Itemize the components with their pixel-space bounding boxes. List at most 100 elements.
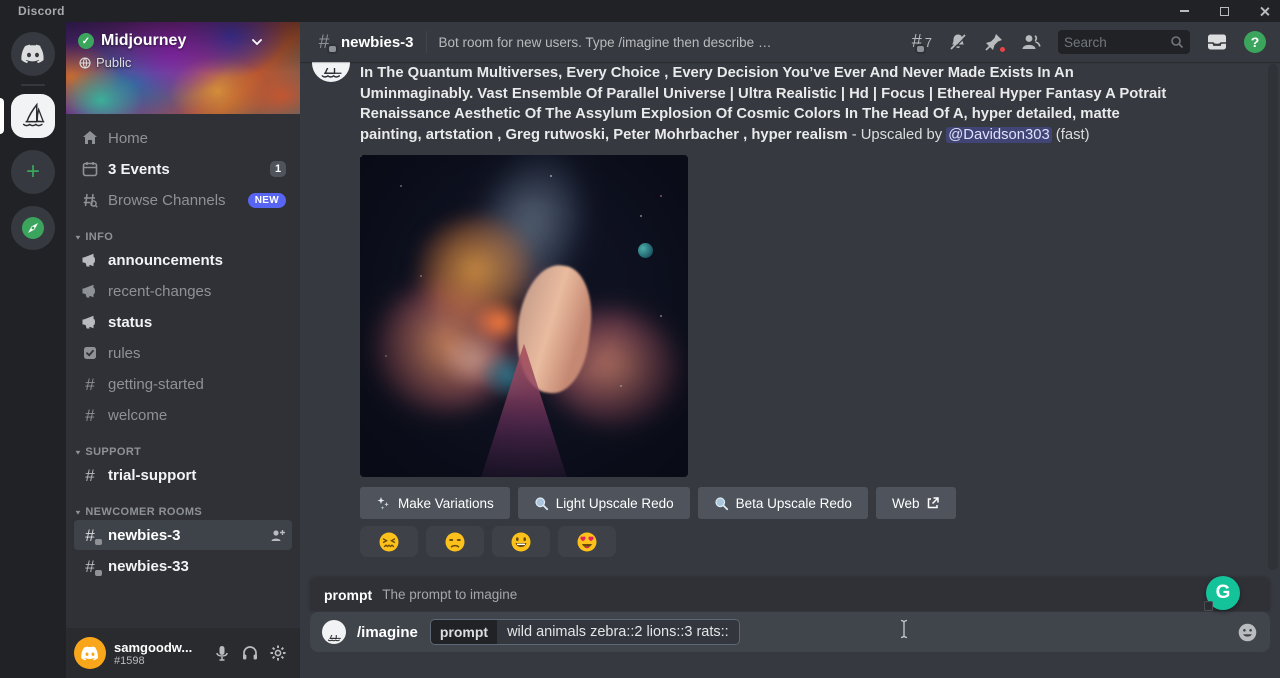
help-button[interactable]: ?: [1244, 31, 1266, 53]
reaction-grinning-face[interactable]: [492, 526, 550, 557]
reaction-heart-eyes-face[interactable]: [558, 526, 616, 557]
beta-upscale-redo-button[interactable]: Beta Upscale Redo: [698, 487, 868, 519]
discord-logo-icon: [80, 646, 100, 661]
channel-status[interactable]: status: [74, 307, 292, 337]
members-icon: [1020, 32, 1042, 52]
events-count-badge: 1: [270, 161, 286, 177]
channel-rules[interactable]: rules: [74, 338, 292, 368]
server-header-dropdown[interactable]: ✓ Midjourney: [78, 32, 186, 50]
sidebar-item-browse-channels[interactable]: Browse Channels NEW: [74, 185, 292, 215]
bot-avatar[interactable]: [312, 62, 350, 82]
channel-header: # newbies-3 Bot room for new users. Type…: [300, 22, 1280, 62]
create-invite-icon[interactable]: [269, 527, 286, 544]
command-hint-bar[interactable]: prompt The prompt to imagine: [310, 578, 1270, 611]
window-title: Discord: [18, 4, 65, 18]
option-value-input[interactable]: wild animals zebra::2 lions::3 rats::: [497, 620, 739, 644]
pinned-messages-button[interactable]: [984, 32, 1004, 52]
channel-name: newbies-3: [108, 527, 269, 544]
channel-recent-changes[interactable]: recent-changes: [74, 276, 292, 306]
message-composer[interactable]: /imagine prompt wild animals zebra::2 li…: [310, 612, 1270, 652]
button-label: Light Upscale Redo: [556, 496, 674, 511]
minimize-icon: [1180, 10, 1189, 12]
header-divider: [426, 31, 427, 53]
button-label: Web: [892, 496, 920, 511]
section-title: SUPPORT: [85, 446, 141, 458]
channel-newbies-3[interactable]: # newbies-3: [74, 520, 292, 550]
megaphone-icon: [80, 312, 100, 332]
button-label: Make Variations: [398, 496, 494, 511]
sidebar-item-events[interactable]: 3 Events 1: [74, 154, 292, 184]
user-avatar[interactable]: [74, 637, 106, 669]
threads-count: 7: [925, 35, 932, 50]
inbox-button[interactable]: [1206, 32, 1228, 52]
channel-announcements[interactable]: announcements: [74, 245, 292, 275]
message-text: In The Quantum Multiverses, Every Choice…: [360, 63, 1182, 145]
channel-name: newbies-33: [108, 558, 286, 575]
plus-icon: +: [26, 160, 40, 184]
member-list-button[interactable]: [1020, 32, 1042, 52]
gear-icon: [269, 644, 287, 662]
grammarly-button[interactable]: G: [1206, 576, 1240, 610]
channel-welcome[interactable]: # welcome: [74, 400, 292, 430]
reaction-disappointed-face[interactable]: [426, 526, 484, 557]
inbox-icon: [1206, 32, 1228, 52]
section-title: NEWCOMER ROOMS: [85, 506, 202, 518]
channel-name: welcome: [108, 407, 286, 424]
sidebar-item-label: 3 Events: [108, 161, 270, 178]
user-settings-button[interactable]: [264, 639, 292, 667]
verified-badge-icon: ✓: [78, 33, 94, 49]
channel-sidebar: ✓ Midjourney Public Home: [66, 22, 300, 678]
minimize-button[interactable]: [1176, 3, 1192, 19]
add-server-button[interactable]: +: [11, 150, 55, 194]
mute-mic-button[interactable]: [208, 639, 236, 667]
disappointed-face-icon: [444, 531, 466, 553]
cosmic-portrait-art: [360, 155, 688, 477]
channel-newbies-33[interactable]: # newbies-33: [74, 551, 292, 581]
threads-button[interactable]: # 7: [912, 32, 932, 52]
channel-name: status: [108, 314, 286, 331]
search-input[interactable]: [1064, 35, 1170, 50]
channel-title: newbies-3: [341, 34, 414, 51]
light-upscale-redo-button[interactable]: Light Upscale Redo: [518, 487, 690, 519]
discord-logo-icon: [20, 44, 46, 64]
channel-topic[interactable]: Bot room for new users. Type /imagine th…: [439, 35, 779, 50]
reaction-confounded-face[interactable]: [360, 526, 418, 557]
channel-getting-started[interactable]: # getting-started: [74, 369, 292, 399]
make-variations-button[interactable]: Make Variations: [360, 487, 510, 519]
midjourney-sailboat-icon: [317, 68, 345, 82]
chat-scrollbar[interactable]: [1268, 64, 1278, 570]
close-button[interactable]: [1256, 3, 1272, 19]
rules-icon: [80, 343, 100, 363]
explore-servers-button[interactable]: [11, 206, 55, 250]
user-mention[interactable]: @Davidson303: [946, 127, 1051, 143]
channel-name: recent-changes: [108, 283, 286, 300]
maximize-button[interactable]: [1216, 3, 1232, 19]
text-cursor: [899, 619, 909, 639]
emoji-picker-button[interactable]: [1237, 622, 1258, 643]
external-link-icon: [926, 496, 940, 510]
megaphone-icon: [80, 281, 100, 301]
channel-trial-support[interactable]: # trial-support: [74, 460, 292, 490]
user-info[interactable]: samgoodw... #1598: [114, 640, 208, 667]
web-link-button[interactable]: Web: [876, 487, 957, 519]
command-option-pill[interactable]: prompt wild animals zebra::2 lions::3 ra…: [430, 619, 740, 645]
section-title: INFO: [85, 231, 113, 243]
server-name: Midjourney: [101, 32, 186, 50]
hint-option-name: prompt: [324, 587, 372, 603]
mute-channel-button[interactable]: [948, 32, 968, 52]
sidebar-item-home[interactable]: Home: [74, 123, 292, 153]
window-titlebar: Discord: [0, 0, 1280, 22]
generated-image[interactable]: [360, 155, 688, 477]
search-box[interactable]: [1058, 30, 1190, 54]
deafen-button[interactable]: [236, 639, 264, 667]
section-header-support[interactable]: ▼ SUPPORT: [74, 446, 292, 458]
midjourney-server-button[interactable]: [11, 94, 55, 138]
home-server-button[interactable]: [11, 32, 55, 76]
midjourney-sailboat-icon: [325, 635, 343, 644]
new-badge: NEW: [248, 193, 286, 208]
server-banner[interactable]: ✓ Midjourney Public: [66, 22, 300, 114]
channel-list: Home 3 Events 1: [66, 114, 300, 628]
section-header-info[interactable]: ▼ INFO: [74, 231, 292, 243]
hash-icon: #: [80, 374, 100, 394]
section-header-newcomer-rooms[interactable]: ▼ NEWCOMER ROOMS: [74, 506, 292, 518]
